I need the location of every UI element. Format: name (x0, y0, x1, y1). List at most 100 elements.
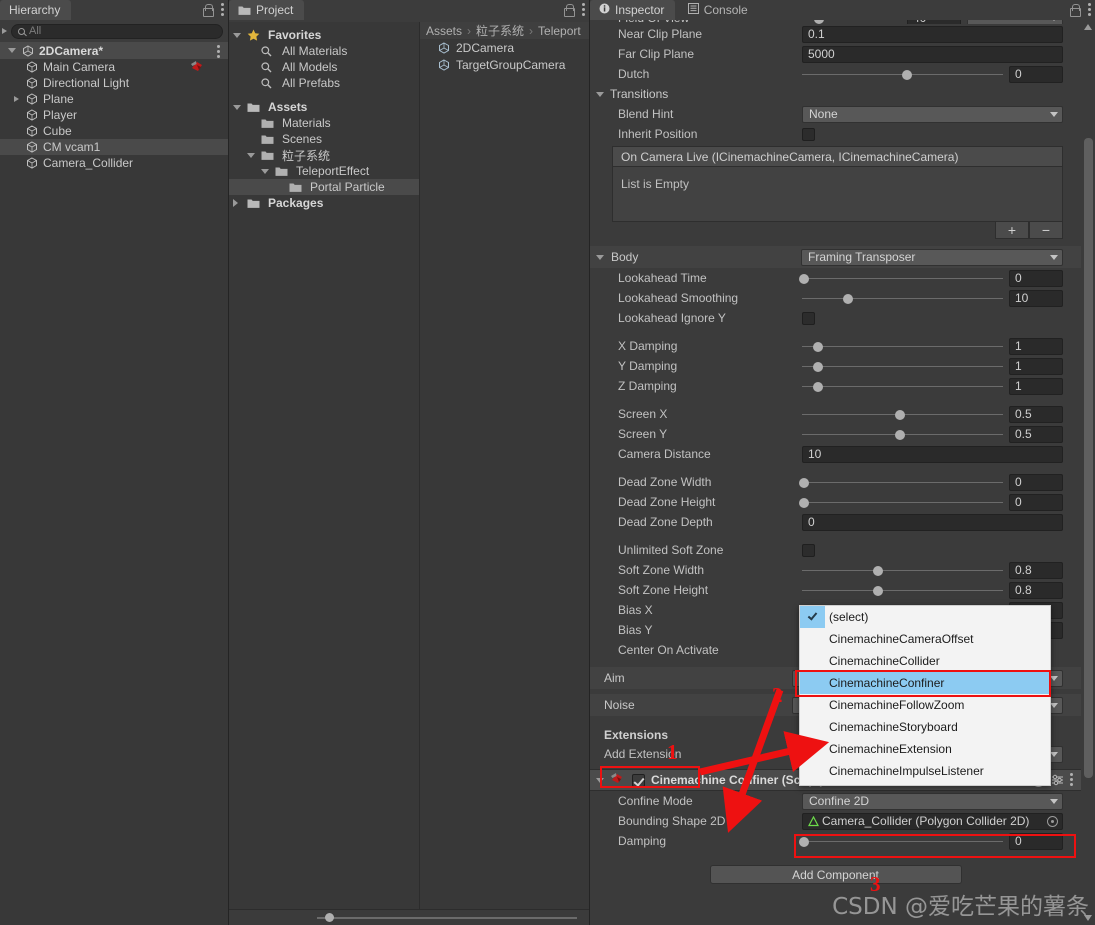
text-input[interactable]: 5000 (802, 45, 1063, 63)
slider-value-input[interactable]: 0 (1009, 65, 1063, 83)
hierarchy-item-cube[interactable]: Cube (0, 123, 228, 139)
slider-value-input[interactable]: 0 (1009, 473, 1063, 491)
project-tree-item-teleporteffect[interactable]: TeleportEffect (229, 163, 419, 179)
project-tree-item-packages[interactable]: Packages (229, 195, 419, 211)
preset-icon[interactable] (1051, 774, 1064, 786)
slider-track[interactable] (802, 378, 1003, 395)
slider-control[interactable]: 0.5 (802, 425, 1063, 443)
scroll-up-arrow-icon[interactable] (1084, 24, 1092, 30)
tab-console[interactable]: Console (679, 0, 759, 20)
tab-hierarchy[interactable]: Hierarchy (0, 0, 72, 20)
hierarchy-item-main-camera[interactable]: Main Camera (0, 59, 228, 75)
slider-value-input[interactable]: 1 (1009, 337, 1063, 355)
slider-value-input[interactable]: 0 (1009, 493, 1063, 511)
kebab-menu-icon[interactable] (1088, 2, 1091, 18)
slider-control[interactable]: 0.8 (802, 561, 1063, 579)
slider-control[interactable]: 1 (802, 337, 1063, 355)
slider-track[interactable] (802, 426, 1003, 443)
project-asset-item[interactable]: TargetGroupCamera (420, 56, 589, 73)
slider-knob[interactable] (873, 585, 884, 596)
kebab-menu-icon[interactable] (221, 2, 224, 18)
slider-track[interactable] (802, 358, 1003, 375)
slider-value-input[interactable]: 0.8 (1009, 581, 1063, 599)
object-reference-field[interactable]: Camera_Collider (Polygon Collider 2D) (802, 812, 1063, 830)
slider-control[interactable]: 0 (799, 473, 1063, 491)
hierarchy-item-plane[interactable]: Plane (0, 91, 228, 107)
twisty[interactable] (233, 199, 243, 207)
project-zoom-slider[interactable] (229, 909, 589, 925)
chevron-right-icon[interactable] (14, 96, 22, 102)
object-picker-icon[interactable] (1047, 815, 1058, 827)
slider-control[interactable]: 0 (802, 65, 1063, 83)
add-extension-dropdown-menu[interactable]: (select) CinemachineCameraOffset Cinemachi… (799, 605, 1051, 786)
project-tree-item-assets[interactable]: Assets (229, 99, 419, 115)
menu-item-cinemachineimpulselistener[interactable]: CinemachineImpulseListener (800, 760, 1050, 782)
checkbox-input[interactable] (802, 127, 815, 141)
component-kebab-icon[interactable] (1070, 772, 1073, 788)
add-component-button[interactable]: Add Component (709, 865, 962, 884)
slider-knob[interactable] (799, 477, 810, 488)
checkbox-input[interactable] (802, 543, 815, 557)
hierarchy-search-input[interactable]: All (11, 23, 223, 39)
menu-item-cinemachineconfiner[interactable]: CinemachineConfiner (800, 672, 1050, 694)
slider-knob[interactable] (799, 273, 810, 284)
transitions-foldout[interactable]: Transitions (590, 84, 1081, 104)
twisty[interactable] (247, 152, 257, 158)
menu-item--select-[interactable]: (select) (800, 606, 1050, 628)
project-tree-item-all-materials[interactable]: All Materials (229, 43, 419, 59)
slider-value-input[interactable]: 0.5 (1009, 425, 1063, 443)
body-stage-dropdown[interactable]: Framing Transposer (801, 248, 1063, 266)
hierarchy-item-camera-collider[interactable]: Camera_Collider (0, 155, 228, 171)
slider-knob[interactable] (813, 361, 824, 372)
slider-control[interactable]: 0 (799, 832, 1063, 850)
lock-icon[interactable] (1069, 4, 1081, 17)
hierarchy-item-cm-vcam1[interactable]: CM vcam1 (0, 139, 228, 155)
slider-control[interactable]: 0 (799, 493, 1063, 511)
chevron-right-icon[interactable] (2, 28, 7, 34)
menu-item-cinemachinecameraoffset[interactable]: CinemachineCameraOffset (800, 628, 1050, 650)
slider-knob[interactable] (843, 293, 854, 304)
project-tree-item-all-prefabs[interactable]: All Prefabs (229, 75, 419, 91)
twisty[interactable] (233, 32, 243, 38)
dropdown-control[interactable]: None (802, 105, 1063, 123)
slider-control[interactable]: 1 (802, 357, 1063, 375)
slider-value-input[interactable]: 0.8 (1009, 561, 1063, 579)
scrollbar-thumb[interactable] (1084, 138, 1093, 778)
twisty[interactable] (261, 168, 271, 174)
slider-value-input[interactable]: 0.5 (1009, 405, 1063, 423)
slider-control[interactable]: 0.5 (802, 405, 1063, 423)
slider-knob[interactable] (813, 381, 824, 392)
text-input[interactable]: 0.1 (802, 25, 1063, 43)
slider-track[interactable] (802, 562, 1003, 579)
event-add-button[interactable]: + (995, 221, 1029, 239)
slider-track[interactable] (802, 66, 1003, 83)
breadcrumb-item[interactable]: 粒子系统 (476, 22, 524, 39)
scene-kebab-icon[interactable] (217, 45, 220, 60)
slider-value-input[interactable]: 0 (1009, 832, 1063, 850)
chevron-down-icon[interactable] (596, 777, 604, 783)
text-input[interactable]: 0 (802, 513, 1063, 531)
text-input[interactable]: 10 (802, 445, 1063, 463)
project-tree-item-粒子系统[interactable]: 粒子系统 (229, 147, 419, 163)
lock-icon[interactable] (202, 4, 214, 17)
tab-project[interactable]: Project (229, 0, 305, 20)
project-asset-item[interactable]: 2DCamera (420, 39, 589, 56)
slider-track[interactable] (802, 582, 1003, 599)
slider-value-input[interactable]: 1 (1009, 377, 1063, 395)
slider-track[interactable] (799, 474, 1003, 491)
slider-knob[interactable] (895, 429, 906, 440)
dropdown-control[interactable]: Confine 2D (802, 792, 1063, 810)
breadcrumb-item[interactable]: Teleport (538, 24, 581, 38)
slider-track[interactable] (799, 270, 1003, 287)
menu-item-cinemachinestoryboard[interactable]: CinemachineStoryboard (800, 716, 1050, 738)
slider-control[interactable]: 0 (799, 269, 1063, 287)
slider-control[interactable]: 0.8 (802, 581, 1063, 599)
slider-value-input[interactable]: 0 (1009, 269, 1063, 287)
slider-knob[interactable] (895, 409, 906, 420)
slider-track[interactable] (802, 406, 1003, 423)
kebab-menu-icon[interactable] (582, 2, 585, 18)
menu-item-cinemachinefollowzoom[interactable]: CinemachineFollowZoom (800, 694, 1050, 716)
tab-inspector[interactable]: Inspector (590, 0, 676, 20)
event-remove-button[interactable]: − (1029, 221, 1063, 239)
slider-knob[interactable] (873, 565, 884, 576)
